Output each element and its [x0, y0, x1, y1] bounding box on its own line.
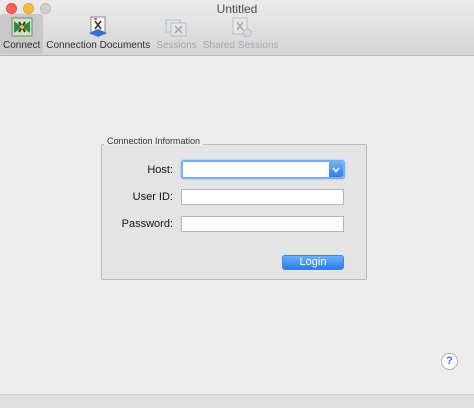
password-input[interactable]: [181, 216, 344, 232]
title-bar: Untitled Connect Connection Documents Se…: [0, 0, 474, 56]
host-label: Host:: [147, 164, 173, 176]
sessions-icon: [165, 19, 187, 37]
toolbar-connect-label: Connect: [3, 40, 41, 51]
user-id-input[interactable]: [181, 189, 344, 205]
toolbar-sessions-label: Sessions: [156, 40, 197, 51]
shared-sessions-icon: [232, 17, 252, 38]
login-button[interactable]: Login: [282, 255, 344, 270]
toolbar-shared-sessions[interactable]: Shared Sessions: [200, 14, 282, 54]
toolbar: Connect Connection Documents Sessions Sh…: [0, 14, 281, 56]
user-id-label: User ID:: [132, 191, 173, 203]
host-dropdown-button[interactable]: [329, 162, 343, 177]
toolbar-connection-documents-label: Connection Documents: [46, 40, 151, 51]
toolbar-shared-sessions-label: Shared Sessions: [202, 40, 279, 51]
app-window: Untitled Connect Connection Documents Se…: [0, 0, 474, 408]
connection-documents-icon: [89, 16, 108, 37]
host-input[interactable]: [183, 162, 328, 177]
bottom-bar: [0, 394, 474, 408]
toolbar-sessions[interactable]: Sessions: [153, 14, 200, 54]
toolbar-connect[interactable]: Connect: [0, 14, 44, 54]
toolbar-connection-documents[interactable]: Connection Documents: [43, 14, 153, 54]
password-label: Password:: [121, 218, 173, 230]
connect-icon: [11, 17, 33, 37]
chevron-down-icon: [332, 167, 340, 173]
connection-info-legend: Connection Information: [104, 136, 204, 146]
help-button[interactable]: ?: [441, 353, 458, 370]
host-combobox[interactable]: [181, 160, 345, 179]
